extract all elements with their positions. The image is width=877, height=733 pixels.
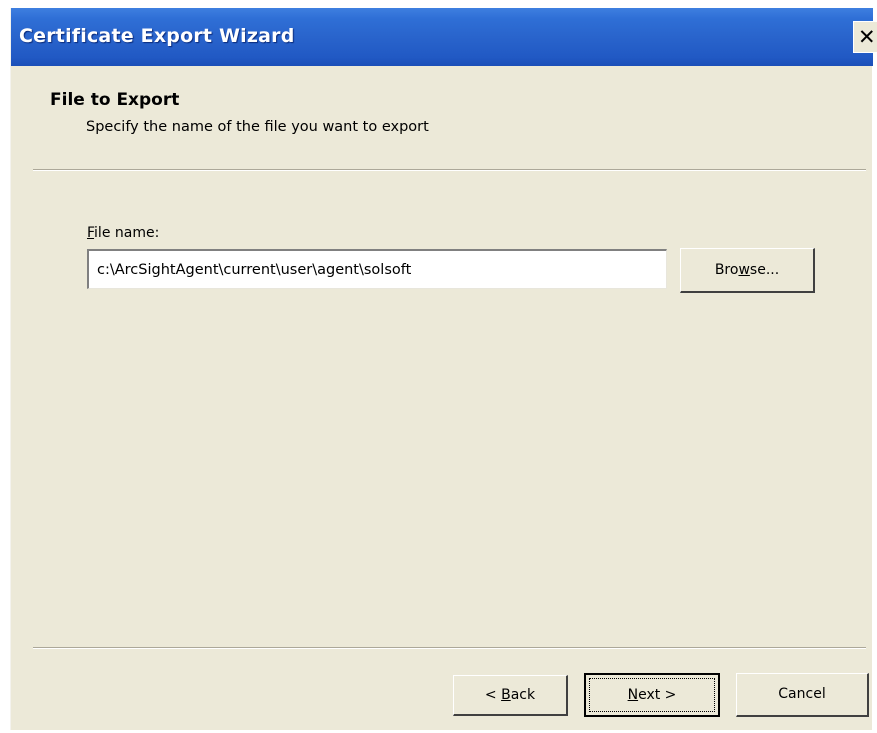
file-name-input[interactable] xyxy=(87,249,667,289)
file-name-label-text: ile name: xyxy=(94,225,160,241)
header-divider xyxy=(33,169,866,171)
browse-label-end: se... xyxy=(749,262,780,278)
browse-label-start: Bro xyxy=(714,262,739,278)
next-label-mnemonic: N xyxy=(627,687,639,703)
next-label-end: ext > xyxy=(638,687,677,703)
cancel-button[interactable]: Cancel xyxy=(736,673,869,717)
back-label-start: < xyxy=(484,687,502,703)
footer-divider xyxy=(33,647,866,649)
file-name-label: File name: xyxy=(87,225,159,241)
browse-label-mnemonic: w xyxy=(738,262,750,278)
browse-button[interactable]: Browse... xyxy=(680,248,815,293)
certificate-export-wizard-window: Certificate Export Wizard ✕ File to Expo… xyxy=(10,8,877,730)
back-label-end: ack xyxy=(510,687,536,703)
back-label-mnemonic: B xyxy=(501,687,511,703)
close-icon: ✕ xyxy=(858,25,876,49)
window-title: Certificate Export Wizard xyxy=(19,25,295,47)
close-button[interactable]: ✕ xyxy=(853,21,877,53)
page-title: File to Export xyxy=(50,90,180,110)
page-subtitle: Specify the name of the file you want to… xyxy=(86,119,429,135)
back-button[interactable]: < Back xyxy=(453,675,568,716)
next-button[interactable]: Next > xyxy=(584,673,720,717)
title-bar[interactable]: Certificate Export Wizard xyxy=(11,8,873,66)
file-name-label-mnemonic: F xyxy=(87,225,95,241)
